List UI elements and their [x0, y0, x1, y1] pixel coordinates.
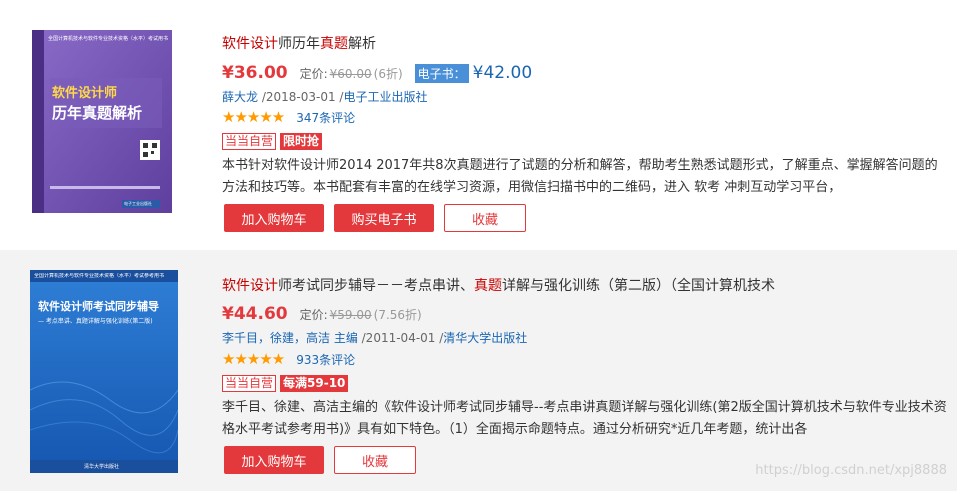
title-highlight: 软件设计 — [222, 278, 278, 294]
watermark: https://blog.csdn.net/xpj8888 — [755, 463, 947, 478]
cover-publisher-1: 电子工业出版社 — [124, 201, 152, 206]
meta-row-2: 李千目，徐建，高洁 主编 /2011-04-01 /清华大学出版社 — [222, 329, 527, 346]
star-rating-icon: ★★★★★ — [222, 108, 285, 126]
sale-price: ¥36.00 — [222, 63, 288, 83]
title-text: 师历年 — [278, 36, 320, 52]
sale-price: ¥44.60 — [222, 304, 288, 324]
product-title-1[interactable]: 软件设计师历年真题解析 — [222, 33, 376, 53]
title-highlight: 软件设计 — [222, 36, 278, 52]
title-text: 解析 — [348, 36, 376, 52]
favorite-button[interactable]: 收藏 — [334, 446, 416, 474]
title-text: 详解与强化训练（第二版）（全国计算机技术 — [502, 278, 775, 294]
price-row-1: ¥36.00 定价: ¥60.00 (6折) 电子书： ¥42.00 — [222, 63, 532, 83]
meta-row-1: 薛大龙 /2018-03-01 /电子工业出版社 — [222, 88, 427, 105]
list-price-label: 定价: — [299, 67, 328, 81]
add-to-cart-button[interactable]: 加入购物车 — [224, 204, 324, 232]
cover-title-1a: 软件设计师 — [52, 86, 118, 101]
pub-date: /2011-04-01 / — [357, 331, 444, 345]
list-price: ¥59.00 — [329, 308, 372, 322]
review-count-link[interactable]: 933条评论 — [296, 351, 355, 368]
title-highlight: 真题 — [474, 278, 502, 294]
list-price-label: 定价: — [299, 308, 328, 322]
cover-top-text-2: 全国计算机技术与软件专业技术资格（水平）考试参考用书 — [34, 273, 165, 279]
publisher-link[interactable]: 清华大学出版社 — [443, 331, 527, 345]
favorite-button[interactable]: 收藏 — [444, 204, 526, 232]
rating-row-2: ★★★★★ 933条评论 — [222, 350, 355, 368]
discount: (6折) — [373, 67, 403, 81]
self-operated-badge: 当当自营 — [222, 133, 277, 150]
buy-ebook-button[interactable]: 购买电子书 — [334, 204, 434, 232]
review-count-link[interactable]: 347条评论 — [296, 109, 355, 126]
ebook-tag[interactable]: 电子书： — [414, 64, 469, 83]
star-rating-icon: ★★★★★ — [222, 350, 285, 368]
cover-title-2b: — 考点串讲、真题详解与强化训练(第二版) — [38, 318, 153, 325]
pub-date: /2018-03-01 / — [258, 90, 344, 104]
ebook-price[interactable]: ¥42.00 — [473, 63, 532, 83]
book-cover-1[interactable]: 全国计算机技术与软件专业技术资格（水平）考试用书 软件设计师 历年真题解析 电子… — [32, 30, 172, 213]
cover-title-1b: 历年真题解析 — [52, 104, 143, 122]
author-link[interactable]: 李千目，徐建，高洁 主编 — [222, 331, 358, 345]
author-link[interactable]: 薛大龙 — [222, 90, 258, 104]
book-cover-2[interactable]: 全国计算机技术与软件专业技术资格（水平）考试参考用书 软件设计师考试同步辅导 —… — [30, 270, 178, 473]
title-highlight: 真题 — [320, 36, 348, 52]
cover-title-2a: 软件设计师考试同步辅导 — [38, 300, 159, 313]
badges-2: 当当自营 每满59-10 — [222, 375, 349, 392]
description-2: 李千目、徐建、高洁主编的《软件设计师考试同步辅导--考点串讲真题详解与强化训练(… — [222, 400, 947, 437]
add-to-cart-button[interactable]: 加入购物车 — [224, 446, 324, 474]
publisher-link[interactable]: 电子工业出版社 — [343, 90, 427, 104]
price-row-2: ¥44.60 定价: ¥59.00 (7.56折) — [222, 304, 422, 324]
promo-badge: 限时抢 — [280, 133, 323, 150]
rating-row-1: ★★★★★ 347条评论 — [222, 108, 355, 126]
badges-1: 当当自营 限时抢 — [222, 133, 323, 150]
promo-badge: 每满59-10 — [280, 375, 349, 392]
discount: (7.56折) — [373, 308, 422, 322]
cover-top-text-1: 全国计算机技术与软件专业技术资格（水平）考试用书 — [48, 36, 169, 42]
title-text: 师考试同步辅导－－考点串讲、 — [278, 278, 474, 294]
self-operated-badge: 当当自营 — [222, 375, 277, 392]
list-price: ¥60.00 — [329, 67, 372, 81]
description-1: 本书针对软件设计师2014 2017年共8次真题进行了试题的分析和解答，帮助考生… — [222, 158, 938, 195]
product-title-2[interactable]: 软件设计师考试同步辅导－－考点串讲、真题详解与强化训练（第二版）（全国计算机技术 — [222, 275, 775, 295]
cover-publisher-2: 清华大学出版社 — [84, 464, 120, 470]
